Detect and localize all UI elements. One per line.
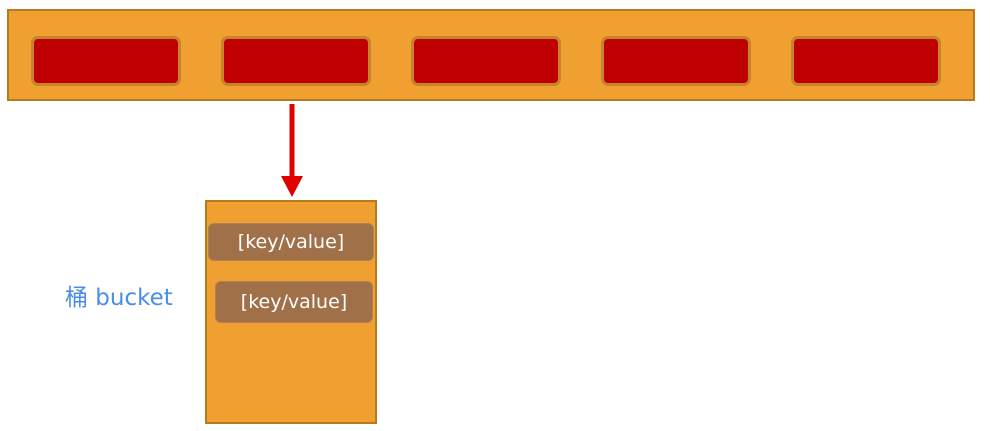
- array-slot: [601, 36, 751, 86]
- array-slot: [791, 36, 941, 86]
- bucket-array: [7, 9, 975, 101]
- bucket-label: 桶 bucket: [65, 285, 173, 311]
- array-slot: [221, 36, 371, 86]
- array-slot: [411, 36, 561, 86]
- array-slot: [31, 36, 181, 86]
- key-value-entry: [key/value]: [215, 281, 373, 323]
- key-value-entry: [key/value]: [208, 223, 374, 261]
- pointer-arrow: [281, 104, 303, 197]
- bucket: [key/value] [key/value]: [205, 200, 377, 424]
